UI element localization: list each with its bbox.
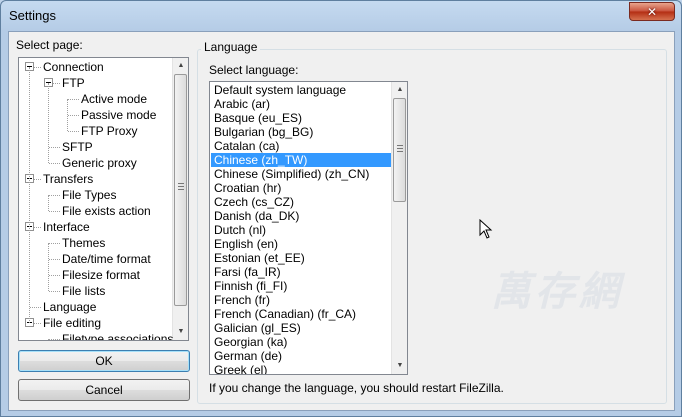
language-item[interactable]: Chinese (Simplified) (zh_CN) — [211, 167, 391, 181]
tree-item[interactable]: FTP Proxy — [81, 123, 137, 139]
tree-item[interactable]: Connection — [43, 59, 104, 75]
page-tree[interactable]: ▲ ▼ Connection FTP Active mode Passive mode… — [18, 57, 189, 341]
tree-item[interactable]: Generic proxy — [62, 155, 137, 171]
language-item[interactable]: French (fr) — [211, 293, 391, 307]
close-icon: ✕ — [646, 4, 658, 19]
language-item[interactable]: French (Canadian) (fr_CA) — [211, 307, 391, 321]
tree-scrollbar[interactable]: ▲ ▼ — [172, 58, 188, 340]
tree-item[interactable]: File exists action — [62, 203, 151, 219]
select-language-label: Select language: — [209, 63, 299, 77]
language-item[interactable]: Estonian (et_EE) — [211, 251, 391, 265]
title-bar[interactable]: Settings ✕ — [1, 1, 681, 31]
language-item[interactable]: Farsi (fa_IR) — [211, 265, 391, 279]
language-item[interactable]: Czech (cs_CZ) — [211, 195, 391, 209]
tree-item[interactable]: Passive mode — [81, 107, 156, 123]
language-item[interactable]: English (en) — [211, 237, 391, 251]
language-item[interactable]: German (de) — [211, 349, 391, 363]
language-group-title: Language — [201, 40, 261, 54]
language-item[interactable]: Chinese (zh_TW) — [211, 153, 391, 167]
select-page-label: Select page: — [16, 38, 83, 52]
list-scroll-down-icon[interactable]: ▼ — [392, 358, 407, 374]
restart-note: If you change the language, you should r… — [209, 381, 504, 395]
language-item[interactable]: Finnish (fi_FI) — [211, 279, 391, 293]
tree-item[interactable]: Themes — [62, 235, 105, 251]
language-list-scrollbar[interactable]: ▲ ▼ — [391, 82, 407, 374]
tree-item[interactable]: Filetype associations — [62, 331, 173, 340]
language-item[interactable]: Danish (da_DK) — [211, 209, 391, 223]
tree-item[interactable]: File lists — [62, 283, 105, 299]
tree-scroll-thumb[interactable] — [174, 74, 187, 306]
mouse-cursor-icon — [479, 219, 493, 239]
list-scroll-thumb[interactable] — [393, 98, 406, 202]
cancel-button[interactable]: Cancel — [18, 379, 190, 401]
tree-item[interactable]: Interface — [43, 219, 90, 235]
tree-item[interactable]: Active mode — [81, 91, 147, 107]
language-item[interactable]: Bulgarian (bg_BG) — [211, 125, 391, 139]
list-scroll-up-icon[interactable]: ▲ — [392, 82, 407, 98]
language-item[interactable]: Arabic (ar) — [211, 97, 391, 111]
tree-item[interactable]: SFTP — [62, 139, 93, 155]
window-title: Settings — [9, 8, 56, 23]
language-item[interactable]: Galician (gl_ES) — [211, 321, 391, 335]
settings-window: Settings ✕ Select page: ▲ ▼ Connection FT… — [0, 0, 682, 417]
scroll-up-icon[interactable]: ▲ — [173, 58, 188, 74]
tree-item[interactable]: Date/time format — [62, 251, 151, 267]
language-item[interactable]: Greek (el) — [211, 363, 391, 374]
tree-item[interactable]: File editing — [43, 315, 101, 331]
close-button[interactable]: ✕ — [629, 2, 675, 21]
tree-item[interactable]: Filesize format — [62, 267, 140, 283]
language-item[interactable]: Basque (eu_ES) — [211, 111, 391, 125]
language-item[interactable]: Croatian (hr) — [211, 181, 391, 195]
language-item[interactable]: Catalan (ca) — [211, 139, 391, 153]
dialog-client: Select page: ▲ ▼ Connection FTP Active mod… — [8, 31, 675, 411]
tree-item[interactable]: FTP — [62, 75, 85, 91]
ok-button[interactable]: OK — [18, 350, 190, 372]
tree-item[interactable]: Transfers — [43, 171, 93, 187]
tree-item[interactable]: Language — [43, 299, 96, 315]
language-item[interactable]: Default system language — [211, 83, 391, 97]
language-item[interactable]: Georgian (ka) — [211, 335, 391, 349]
language-item[interactable]: Dutch (nl) — [211, 223, 391, 237]
language-list[interactable]: ▲ ▼ Default system language Arabic (ar) Ba… — [209, 81, 408, 375]
scroll-down-icon[interactable]: ▼ — [173, 324, 188, 340]
watermark: 萬存網 — [491, 269, 623, 315]
tree-item[interactable]: File Types — [62, 187, 116, 203]
